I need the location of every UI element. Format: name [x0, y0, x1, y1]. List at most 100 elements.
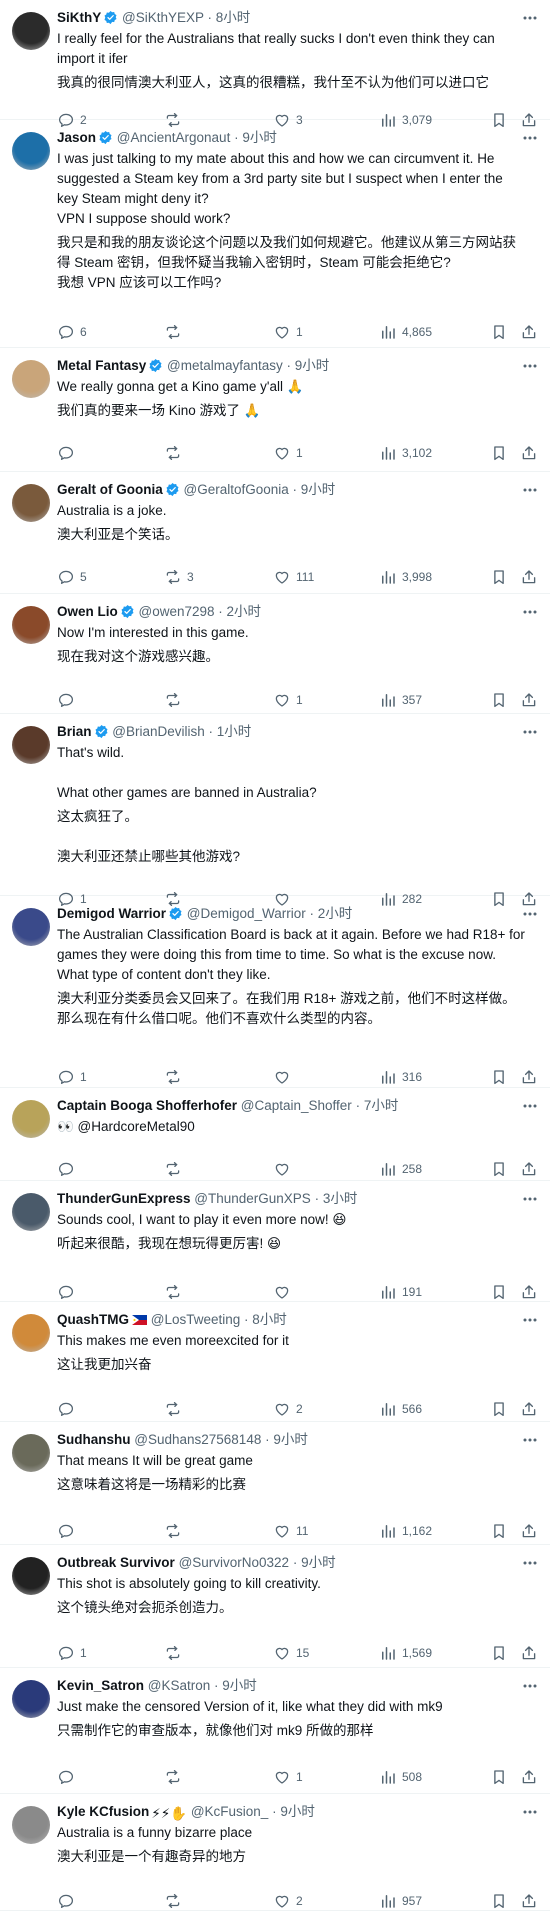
- share-button[interactable]: [520, 1067, 538, 1087]
- retweet-button[interactable]: [164, 1521, 187, 1541]
- bookmark-button[interactable]: [490, 1767, 508, 1787]
- views-button[interactable]: 191: [379, 1282, 422, 1302]
- more-options-icon[interactable]: [522, 1679, 538, 1693]
- more-options-icon[interactable]: [522, 131, 538, 145]
- timestamp[interactable]: 9小时: [273, 1432, 308, 1447]
- timestamp[interactable]: 9小时: [301, 482, 336, 497]
- avatar[interactable]: [12, 1806, 50, 1844]
- more-options-icon[interactable]: [522, 1192, 538, 1206]
- avatar[interactable]: [12, 908, 50, 946]
- display-name[interactable]: Outbreak Survivor: [57, 1555, 175, 1570]
- retweet-button[interactable]: [164, 1067, 187, 1087]
- avatar[interactable]: [12, 1680, 50, 1718]
- display-name[interactable]: Sudhanshu: [57, 1432, 131, 1447]
- avatar[interactable]: [12, 1193, 50, 1231]
- avatar[interactable]: [12, 1100, 50, 1138]
- more-options-icon[interactable]: [522, 605, 538, 619]
- bookmark-button[interactable]: [490, 1643, 508, 1663]
- timestamp[interactable]: 2小时: [318, 906, 353, 921]
- like-button[interactable]: 1: [273, 690, 303, 710]
- bookmark-button[interactable]: [490, 690, 508, 710]
- tweet[interactable]: Demigod Warrior @Demigod_Warrior · 2小时 Th…: [0, 896, 550, 1088]
- timestamp[interactable]: 7小时: [364, 1098, 399, 1113]
- user-handle[interactable]: @KcFusion_: [191, 1804, 269, 1819]
- more-options-icon[interactable]: [522, 1313, 538, 1327]
- retweet-button[interactable]: [164, 1767, 187, 1787]
- reply-button[interactable]: [57, 1282, 80, 1302]
- bookmark-button[interactable]: [490, 1159, 508, 1179]
- reply-button[interactable]: 1: [57, 1643, 87, 1663]
- views-button[interactable]: 258: [379, 1159, 422, 1179]
- tweet[interactable]: SiKthY @SiKthYEXP · 8小时 I really feel for…: [0, 0, 550, 128]
- like-button[interactable]: 11: [273, 1521, 308, 1541]
- avatar[interactable]: [12, 12, 50, 50]
- tweet[interactable]: Owen Lio @owen7298 · 2小时 Now I'm interest…: [0, 594, 550, 714]
- share-button[interactable]: [520, 1159, 538, 1179]
- bookmark-button[interactable]: [490, 567, 508, 587]
- views-button[interactable]: 957: [379, 1891, 422, 1911]
- bookmark-button[interactable]: [490, 1067, 508, 1087]
- user-handle[interactable]: @SurvivorNo0322: [179, 1555, 290, 1570]
- reply-button[interactable]: 5: [57, 567, 87, 587]
- share-button[interactable]: [520, 1521, 538, 1541]
- more-options-icon[interactable]: [522, 1433, 538, 1447]
- timestamp[interactable]: 9小时: [301, 1555, 336, 1570]
- retweet-button[interactable]: [164, 1159, 187, 1179]
- tweet[interactable]: Jason @AncientArgonaut · 9小时 I was just t…: [0, 120, 550, 348]
- display-name[interactable]: Kevin_Satron: [57, 1678, 144, 1693]
- like-button[interactable]: 2: [273, 1891, 303, 1911]
- more-options-icon[interactable]: [522, 483, 538, 497]
- bookmark-button[interactable]: [490, 1399, 508, 1419]
- timestamp[interactable]: 9小时: [222, 1678, 257, 1693]
- share-button[interactable]: [520, 567, 538, 587]
- like-button[interactable]: 1: [273, 322, 303, 342]
- user-handle[interactable]: @GeraltofGoonia: [184, 482, 289, 497]
- retweet-button[interactable]: [164, 1891, 187, 1911]
- display-name[interactable]: Kyle KCfusion: [57, 1804, 149, 1819]
- share-button[interactable]: [520, 690, 538, 710]
- user-handle[interactable]: @metalmayfantasy: [167, 358, 283, 373]
- bookmark-button[interactable]: [490, 1282, 508, 1302]
- user-handle[interactable]: @Captain_Shoffer: [241, 1098, 352, 1113]
- display-name[interactable]: Owen Lio: [57, 604, 118, 619]
- bookmark-button[interactable]: [490, 322, 508, 342]
- share-button[interactable]: [520, 1767, 538, 1787]
- views-button[interactable]: 316: [379, 1067, 422, 1087]
- more-options-icon[interactable]: [522, 1805, 538, 1819]
- more-options-icon[interactable]: [522, 1099, 538, 1113]
- timestamp[interactable]: 1小时: [217, 724, 252, 739]
- more-options-icon[interactable]: [522, 1556, 538, 1570]
- tweet[interactable]: Brian @BrianDevilish · 1小时 That's wild. W…: [0, 714, 550, 907]
- reply-button[interactable]: 6: [57, 322, 87, 342]
- timestamp[interactable]: 9小时: [242, 130, 277, 145]
- views-button[interactable]: 4,865: [379, 322, 432, 342]
- user-handle[interactable]: @KSatron: [148, 1678, 210, 1693]
- timestamp[interactable]: 9小时: [295, 358, 330, 373]
- share-button[interactable]: [520, 1399, 538, 1419]
- views-button[interactable]: 357: [379, 690, 422, 710]
- tweet[interactable]: Captain Booga Shofferhofer @Captain_Shof…: [0, 1088, 550, 1181]
- reply-button[interactable]: [57, 1159, 80, 1179]
- retweet-button[interactable]: [164, 1282, 187, 1302]
- like-button[interactable]: 1: [273, 1767, 303, 1787]
- avatar[interactable]: [12, 606, 50, 644]
- retweet-button[interactable]: [164, 1643, 187, 1663]
- reply-button[interactable]: 1: [57, 1067, 87, 1087]
- tweet[interactable]: Kyle KCfusion ⚡⚡✋ @KcFusion_ · 9小时 Austral…: [0, 1794, 550, 1911]
- user-handle[interactable]: @owen7298: [139, 604, 215, 619]
- avatar[interactable]: [12, 1434, 50, 1472]
- more-options-icon[interactable]: [522, 907, 538, 921]
- avatar[interactable]: [12, 726, 50, 764]
- tweet[interactable]: Outbreak Survivor @SurvivorNo0322 · 9小时 T…: [0, 1545, 550, 1668]
- reply-button[interactable]: [57, 1767, 80, 1787]
- share-button[interactable]: [520, 443, 538, 463]
- like-button[interactable]: [273, 1067, 296, 1087]
- like-button[interactable]: [273, 1159, 296, 1179]
- share-button[interactable]: [520, 1282, 538, 1302]
- views-button[interactable]: 566: [379, 1399, 422, 1419]
- avatar[interactable]: [12, 484, 50, 522]
- tweet[interactable]: QuashTMG @LosTweeting · 8小时 This makes me…: [0, 1302, 550, 1422]
- reply-button[interactable]: [57, 443, 80, 463]
- user-handle[interactable]: @Demigod_Warrior: [187, 906, 306, 921]
- retweet-button[interactable]: [164, 443, 187, 463]
